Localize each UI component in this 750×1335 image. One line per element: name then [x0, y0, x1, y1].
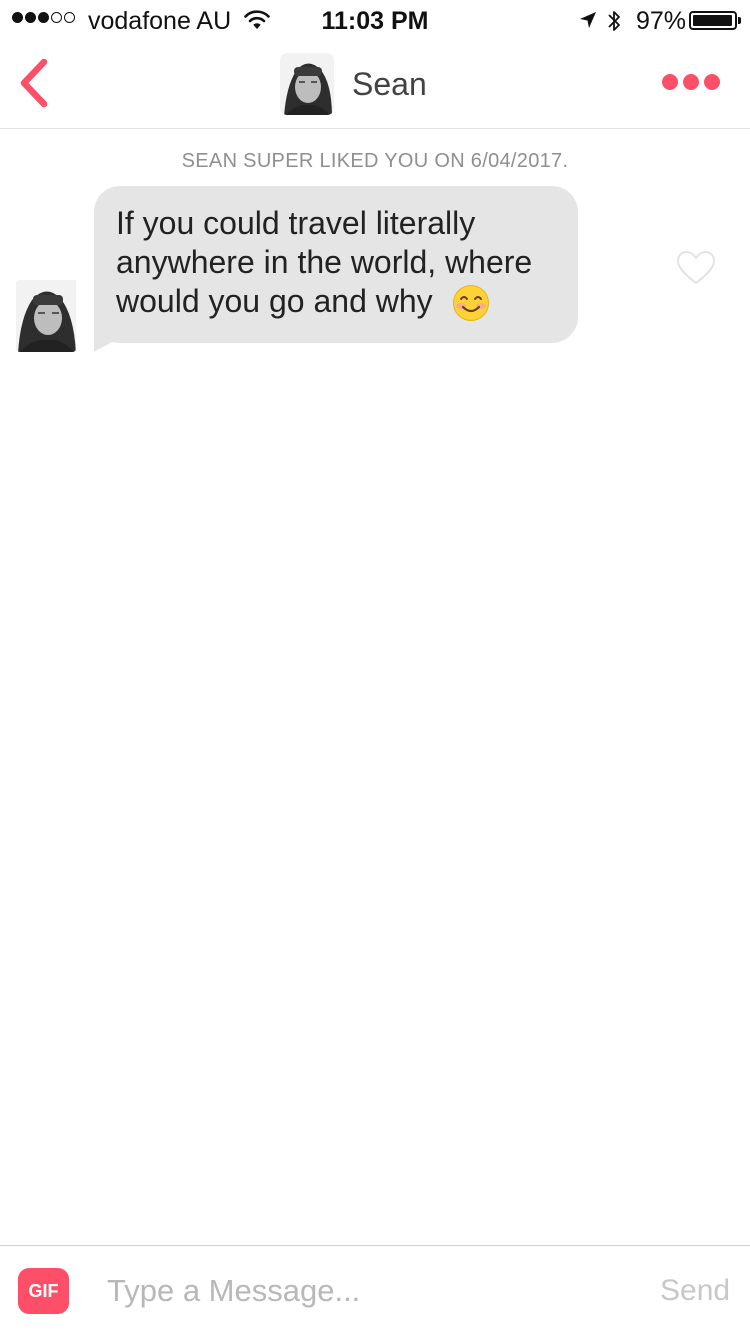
location-arrow-icon — [578, 10, 598, 35]
match-name[interactable]: Sean — [352, 66, 427, 103]
battery-level — [693, 15, 732, 26]
gif-button[interactable]: GIF — [18, 1268, 69, 1314]
message-input[interactable] — [104, 1268, 627, 1314]
message-avatar[interactable] — [12, 278, 80, 354]
send-button[interactable]: Send — [660, 1274, 730, 1308]
bluetooth-icon — [606, 8, 622, 39]
back-chevron-icon[interactable] — [16, 56, 52, 117]
status-bar: vodafone AU 11:03 PM 97% — [0, 0, 750, 40]
battery-icon — [689, 11, 737, 30]
smiling-face-icon — [452, 284, 490, 327]
battery-cap — [738, 17, 741, 24]
message-bubble[interactable]: If you could travel literally anywhere i… — [94, 186, 578, 343]
header-avatar[interactable] — [276, 51, 338, 117]
more-dot — [662, 74, 678, 90]
battery-percent: 97% — [636, 7, 687, 35]
message-line: anywhere in the world, where — [116, 244, 533, 280]
message-line: If you could travel literally — [116, 205, 476, 241]
more-dots-icon[interactable] — [662, 74, 720, 90]
chat-header: Sean — [0, 40, 750, 129]
message-line: would you go and why — [116, 283, 433, 319]
more-dot — [704, 74, 720, 90]
more-dot — [683, 74, 699, 90]
super-like-notice: SEAN SUPER LIKED YOU ON 6/04/2017. — [181, 150, 569, 172]
like-heart-icon[interactable] — [676, 250, 716, 291]
message-composer: GIF Send — [0, 1245, 750, 1335]
